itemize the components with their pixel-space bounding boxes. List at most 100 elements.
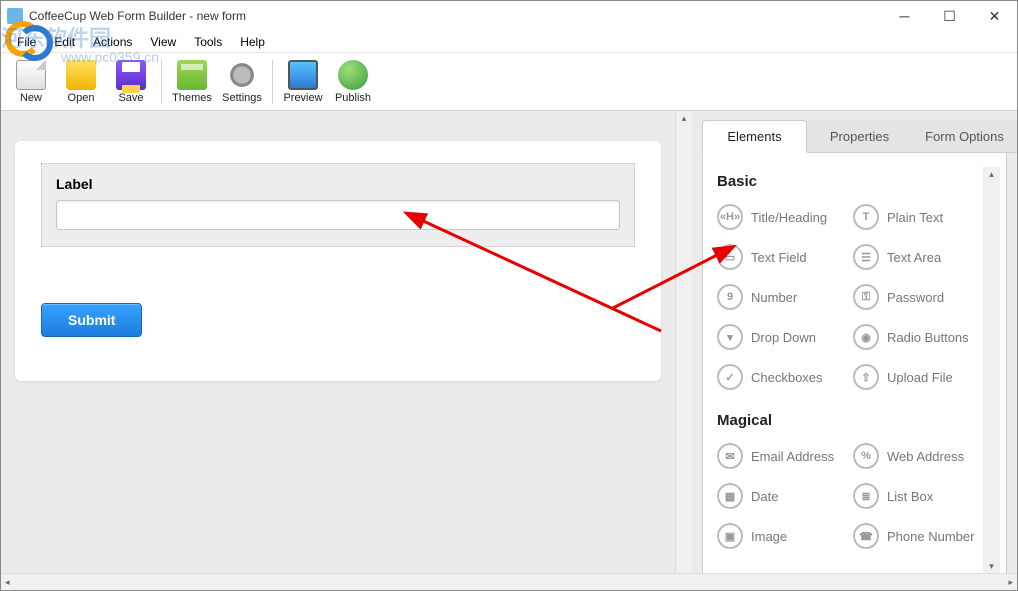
element-label: Phone Number bbox=[887, 529, 974, 544]
date-icon: ▦ bbox=[717, 483, 743, 509]
element-label: Image bbox=[751, 529, 787, 544]
new-button[interactable]: New bbox=[7, 55, 55, 109]
element-radio-buttons[interactable]: ◉Radio Buttons bbox=[853, 324, 983, 350]
panel-tabs: Elements Properties Form Options bbox=[692, 119, 1017, 153]
canvas-area[interactable]: Label Submit bbox=[1, 111, 675, 575]
canvas-scrollbar-horizontal[interactable] bbox=[1, 573, 1017, 590]
panel-body: Basic «H» Title/Heading T Plain Text ▭ Text… bbox=[702, 153, 1007, 575]
element-label: Web Address bbox=[887, 449, 964, 464]
element-label: Text Field bbox=[751, 250, 807, 265]
new-icon bbox=[16, 60, 46, 90]
number-icon: 9 bbox=[717, 284, 743, 310]
tab-properties[interactable]: Properties bbox=[807, 120, 912, 153]
maximize-button[interactable]: ☐ bbox=[927, 1, 972, 31]
themes-button[interactable]: Themes bbox=[168, 55, 216, 109]
element-label: List Box bbox=[887, 489, 933, 504]
preview-button[interactable]: Preview bbox=[279, 55, 327, 109]
section-basic-title: Basic bbox=[717, 173, 983, 190]
checkboxes-icon: ✓ bbox=[717, 364, 743, 390]
element-label: Plain Text bbox=[887, 210, 943, 225]
element-title-heading[interactable]: «H» Title/Heading bbox=[717, 204, 847, 230]
menu-actions[interactable]: Actions bbox=[85, 33, 140, 51]
section-magical-title: Magical bbox=[717, 412, 983, 429]
publish-label: Publish bbox=[335, 92, 371, 104]
element-checkboxes[interactable]: ✓ Checkboxes bbox=[717, 364, 847, 390]
panel-scrollbar-vertical[interactable] bbox=[983, 167, 1000, 574]
publish-icon bbox=[338, 60, 368, 90]
menu-view[interactable]: View bbox=[142, 33, 184, 51]
preview-icon bbox=[288, 60, 318, 90]
window-title: CoffeeCup Web Form Builder - new form bbox=[29, 9, 246, 23]
element-number[interactable]: 9 Number bbox=[717, 284, 847, 310]
menu-help[interactable]: Help bbox=[232, 33, 273, 51]
submit-button[interactable]: Submit bbox=[41, 303, 142, 337]
title-bar: CoffeeCup Web Form Builder - new form ─ … bbox=[1, 1, 1017, 31]
themes-label: Themes bbox=[172, 92, 212, 104]
password-icon: ⚿ bbox=[853, 284, 879, 310]
publish-button[interactable]: Publish bbox=[329, 55, 377, 109]
app-icon bbox=[7, 8, 23, 24]
element-list-box[interactable]: ≣ List Box bbox=[853, 483, 983, 509]
menu-edit[interactable]: Edit bbox=[46, 33, 83, 51]
text-area-icon: ☰ bbox=[853, 244, 879, 270]
element-label: Email Address bbox=[751, 449, 834, 464]
element-text-field[interactable]: ▭ Text Field bbox=[717, 244, 847, 270]
drop-down-icon: ▾ bbox=[717, 324, 743, 350]
open-icon bbox=[66, 60, 96, 90]
save-label: Save bbox=[118, 92, 143, 104]
email-icon: ✉ bbox=[717, 443, 743, 469]
element-label: Text Area bbox=[887, 250, 941, 265]
menu-tools[interactable]: Tools bbox=[186, 33, 230, 51]
settings-icon bbox=[227, 60, 257, 90]
element-label: Upload File bbox=[887, 370, 953, 385]
form-card: Label Submit bbox=[15, 141, 661, 381]
element-label: Title/Heading bbox=[751, 210, 827, 225]
settings-button[interactable]: Settings bbox=[218, 55, 266, 109]
themes-icon bbox=[177, 60, 207, 90]
element-image[interactable]: ▣ Image bbox=[717, 523, 847, 549]
upload-file-icon: ⇧ bbox=[853, 364, 879, 390]
element-label: Drop Down bbox=[751, 330, 816, 345]
open-label: Open bbox=[68, 92, 95, 104]
element-email-address[interactable]: ✉ Email Address bbox=[717, 443, 847, 469]
element-label: Date bbox=[751, 489, 778, 504]
element-label: Password bbox=[887, 290, 944, 305]
web-icon: % bbox=[853, 443, 879, 469]
radio-buttons-icon: ◉ bbox=[853, 324, 879, 350]
element-text-area[interactable]: ☰ Text Area bbox=[853, 244, 983, 270]
new-label: New bbox=[20, 92, 42, 104]
plain-text-icon: T bbox=[853, 204, 879, 230]
toolbar: New Open Save Themes Settings Preview Pu… bbox=[1, 53, 1017, 111]
element-phone-number[interactable]: ☎ Phone Number bbox=[853, 523, 983, 549]
close-button[interactable]: ✕ bbox=[972, 1, 1017, 31]
open-button[interactable]: Open bbox=[57, 55, 105, 109]
list-box-icon: ≣ bbox=[853, 483, 879, 509]
menu-file[interactable]: File bbox=[9, 33, 44, 51]
tab-elements[interactable]: Elements bbox=[702, 120, 807, 153]
canvas-scrollbar-vertical[interactable] bbox=[675, 111, 692, 575]
tab-form-options[interactable]: Form Options bbox=[912, 120, 1017, 153]
preview-label: Preview bbox=[283, 92, 322, 104]
toolbar-separator bbox=[272, 60, 273, 104]
text-field-icon: ▭ bbox=[717, 244, 743, 270]
element-drop-down[interactable]: ▾ Drop Down bbox=[717, 324, 847, 350]
element-web-address[interactable]: % Web Address bbox=[853, 443, 983, 469]
image-icon: ▣ bbox=[717, 523, 743, 549]
element-upload-file[interactable]: ⇧ Upload File bbox=[853, 364, 983, 390]
text-field-element[interactable]: Label bbox=[41, 163, 635, 247]
menu-bar: File Edit Actions View Tools Help bbox=[1, 31, 1017, 53]
save-icon bbox=[116, 60, 146, 90]
title-heading-icon: «H» bbox=[717, 204, 743, 230]
text-input[interactable] bbox=[56, 200, 620, 230]
toolbar-separator bbox=[161, 60, 162, 104]
element-plain-text[interactable]: T Plain Text bbox=[853, 204, 983, 230]
minimize-button[interactable]: ─ bbox=[882, 1, 927, 31]
element-label: Number bbox=[751, 290, 797, 305]
right-panel: Elements Properties Form Options Basic «… bbox=[692, 111, 1017, 575]
element-label: Checkboxes bbox=[751, 370, 823, 385]
element-password[interactable]: ⚿ Password bbox=[853, 284, 983, 310]
save-button[interactable]: Save bbox=[107, 55, 155, 109]
phone-icon: ☎ bbox=[853, 523, 879, 549]
element-date[interactable]: ▦ Date bbox=[717, 483, 847, 509]
workspace: Label Submit Elements Properties Form Op… bbox=[1, 111, 1017, 575]
